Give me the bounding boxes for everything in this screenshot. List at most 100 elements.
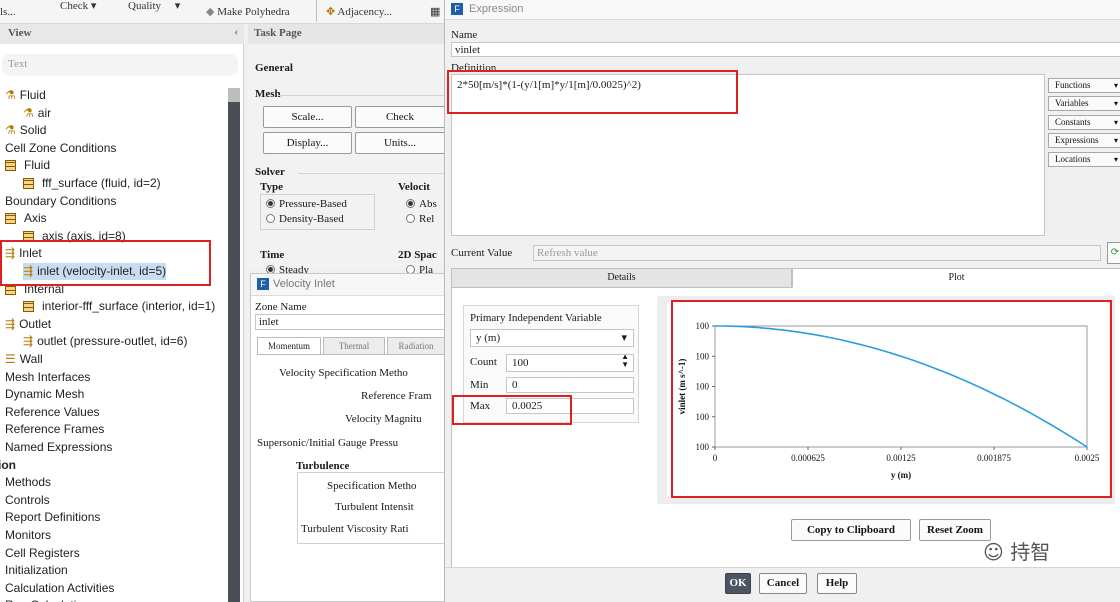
tree-item-label: Calculation Activities: [5, 580, 115, 595]
primary-var-select[interactable]: y (m) ▾: [470, 329, 634, 347]
tree-item[interactable]: Dynamic Mesh: [5, 386, 84, 403]
footer-divider: [445, 567, 1120, 568]
tree-item-label: Cell Registers: [5, 545, 80, 560]
fluid-material-icon: ⚗: [23, 105, 34, 120]
name-label: Name: [451, 29, 478, 41]
tree-item[interactable]: Mesh Interfaces: [5, 369, 90, 386]
tree-item[interactable]: Cell Registers: [5, 545, 80, 562]
velocity-inlet-titlebar[interactable]: F Velocity Inlet: [251, 274, 444, 296]
functions-dropdown[interactable]: Functions ▾: [1048, 78, 1120, 93]
turb-intensity-label: Turbulent Intensit: [335, 501, 414, 513]
tab-plot[interactable]: Plot: [792, 268, 1120, 288]
expressions-dropdown[interactable]: Expressions ▾: [1048, 133, 1120, 148]
tree-item-label: Reference Values: [5, 404, 100, 419]
expression-titlebar[interactable]: F Expression: [445, 0, 1120, 20]
toolbar: ls... Check ▾ Quality ▾ ◆ Make Polyhedra…: [0, 0, 445, 24]
adjacency-button[interactable]: ✥ Adjacency...: [326, 3, 392, 25]
absolute-radio[interactable]: Abs: [406, 198, 437, 210]
constants-dropdown[interactable]: Constants ▾: [1048, 115, 1120, 130]
tab-thermal[interactable]: Thermal: [323, 337, 385, 355]
copy-to-clipboard-button[interactable]: Copy to Clipboard: [791, 519, 911, 541]
zone-name-label: Zone Name: [255, 301, 307, 313]
tree-item[interactable]: ⚗ Fluid: [5, 87, 46, 104]
tree-item[interactable]: Methods: [5, 474, 51, 491]
polyhedra-icon: ◆: [206, 6, 215, 18]
name-field[interactable]: vinlet: [451, 42, 1120, 57]
tree-item-label: Boundary Conditions: [5, 193, 117, 208]
grid-icon[interactable]: ▦: [430, 3, 440, 25]
tree-header: View ‹: [0, 24, 244, 44]
make-polyhedra-button[interactable]: ◆ Make Polyhedra: [206, 3, 290, 25]
zone-name-field[interactable]: inlet: [255, 314, 445, 330]
tree-item[interactable]: ⚗ Solid: [5, 122, 46, 139]
stepper-arrows-icon[interactable]: ▲ ▼: [621, 355, 629, 369]
min-field[interactable]: 0: [506, 377, 634, 393]
tree-item[interactable]: interior-fff_surface (interior, id=1): [23, 298, 215, 315]
velocity-spec-label: Velocity Specification Metho: [279, 367, 408, 379]
refresh-icon[interactable]: ⟳: [1107, 242, 1120, 264]
help-button[interactable]: Help: [817, 573, 857, 594]
units-button[interactable]: Units...: [355, 132, 445, 154]
tree-item[interactable]: Report Definitions: [5, 509, 100, 526]
check-button[interactable]: Check: [355, 106, 445, 128]
tree-scrollbar-arrow[interactable]: [228, 88, 240, 102]
grid-icon: [23, 176, 38, 190]
tree-item-label: fff_surface (fluid, id=2): [42, 176, 161, 190]
time-label: Time: [260, 249, 285, 261]
tree-item[interactable]: tion: [0, 457, 16, 474]
tree-item[interactable]: Reference Frames: [5, 421, 104, 438]
tree-item[interactable]: ⇶ Outlet: [5, 316, 51, 333]
solver-heading: Solver: [255, 166, 285, 178]
tree-item[interactable]: Cell Zone Conditions: [5, 140, 116, 157]
check-menu[interactable]: Check ▾: [60, 0, 96, 19]
cancel-button[interactable]: Cancel: [759, 573, 807, 594]
tab-momentum[interactable]: Momentum: [257, 337, 321, 355]
density-based-radio[interactable]: Density-Based: [266, 213, 344, 225]
tree-item[interactable]: Run Calculation: [5, 597, 90, 602]
highlight-max-box: [452, 395, 572, 425]
highlight-inlet-box: [0, 240, 211, 286]
tree-item[interactable]: Monitors: [5, 527, 51, 544]
expression-dialog: F Expression Name vinlet Definition 2*50[…: [444, 0, 1120, 602]
tree-item[interactable]: Controls: [5, 492, 50, 509]
task-page-header: Task Page: [248, 24, 445, 44]
tree-item[interactable]: ⇶ outlet (pressure-outlet, id=6): [23, 333, 187, 350]
locations-dropdown[interactable]: Locations ▾: [1048, 152, 1120, 167]
tree-item[interactable]: Reference Values: [5, 404, 100, 421]
relative-radio[interactable]: Rel: [406, 213, 434, 225]
tab-details[interactable]: Details: [451, 268, 792, 288]
tree-item[interactable]: Named Expressions: [5, 439, 112, 456]
tree-item-label: Dynamic Mesh: [5, 387, 85, 402]
scale-button[interactable]: Scale...: [263, 106, 352, 128]
tree-filter-input[interactable]: Text: [2, 54, 238, 76]
variables-dropdown[interactable]: Variables ▾: [1048, 96, 1120, 111]
ok-button[interactable]: OK: [725, 573, 751, 594]
chevron-down-icon: ▾: [1113, 155, 1118, 164]
fluent-app-icon: F: [257, 278, 269, 290]
tree-item-label: Run Calculation: [5, 598, 90, 602]
velocity-formulation-label: Velocit: [398, 181, 430, 193]
tree-item[interactable]: Fluid: [5, 157, 50, 174]
reset-zoom-button[interactable]: Reset Zoom: [919, 519, 991, 541]
toolbar-item[interactable]: ls...: [0, 3, 16, 25]
solid-material-icon: ⚗: [5, 123, 16, 138]
quality-menu[interactable]: Quality ▾: [128, 0, 180, 19]
tree-item[interactable]: Initialization: [5, 562, 68, 579]
tree-item-label: Reference Frames: [5, 422, 105, 437]
tree-item[interactable]: Axis: [5, 210, 47, 227]
tree-item[interactable]: ☰ Wall: [5, 351, 43, 368]
tree-item[interactable]: Boundary Conditions: [5, 193, 116, 210]
tree-item[interactable]: fff_surface (fluid, id=2): [23, 175, 161, 192]
tree-item[interactable]: ⚗ air: [23, 105, 51, 122]
count-stepper[interactable]: 100 ▲ ▼: [506, 354, 634, 372]
min-label: Min: [470, 379, 489, 391]
pressure-based-radio[interactable]: Pressure-Based: [266, 198, 347, 210]
grid-icon: [23, 299, 38, 313]
tree-scrollbar-thumb[interactable]: [228, 102, 240, 602]
tree-item[interactable]: Calculation Activities: [5, 580, 114, 597]
collapse-chevron-icon[interactable]: ‹: [234, 26, 238, 38]
tab-radiation[interactable]: Radiation: [387, 337, 445, 355]
turb-spec-method-label: Specification Metho: [327, 480, 417, 492]
display-button[interactable]: Display...: [263, 132, 352, 154]
task-page: Task Page General Mesh Scale... Check Di…: [248, 24, 445, 276]
